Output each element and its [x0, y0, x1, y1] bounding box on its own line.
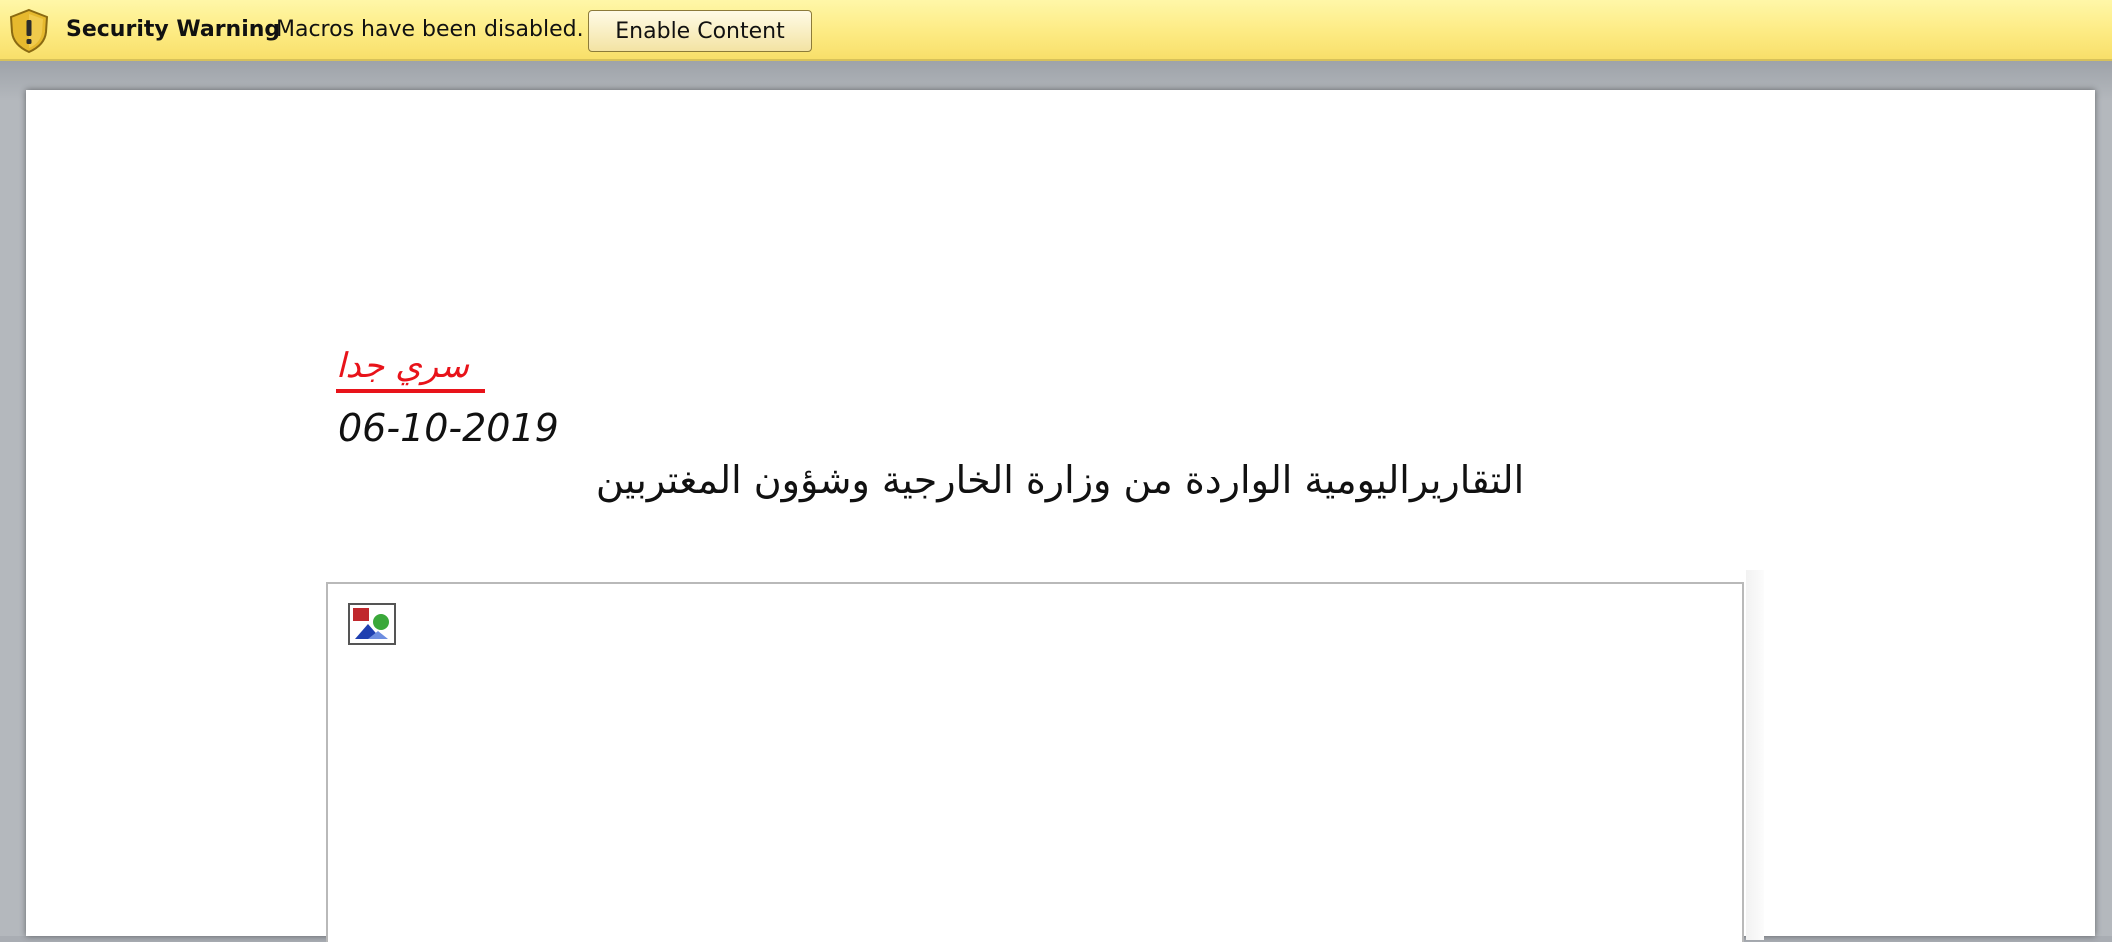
embedded-image-placeholder[interactable]	[326, 582, 1744, 942]
classification-underline	[336, 389, 485, 393]
classification-label: سري جدا	[336, 346, 469, 386]
macros-disabled-message: Macros have been disabled.	[276, 17, 584, 42]
broken-image-icon	[348, 603, 396, 645]
shield-warning-icon	[9, 8, 49, 54]
enable-content-button[interactable]: Enable Content	[588, 10, 812, 52]
message-bar: Security Warning Macros have been disabl…	[0, 0, 2112, 61]
image-frame-shadow	[1746, 570, 1764, 940]
document-date: 06-10-2019	[338, 406, 559, 450]
document-title: التقاريراليومية الواردة من وزارة الخارجي…	[595, 458, 1525, 502]
security-warning-title: Security Warning	[66, 17, 281, 42]
